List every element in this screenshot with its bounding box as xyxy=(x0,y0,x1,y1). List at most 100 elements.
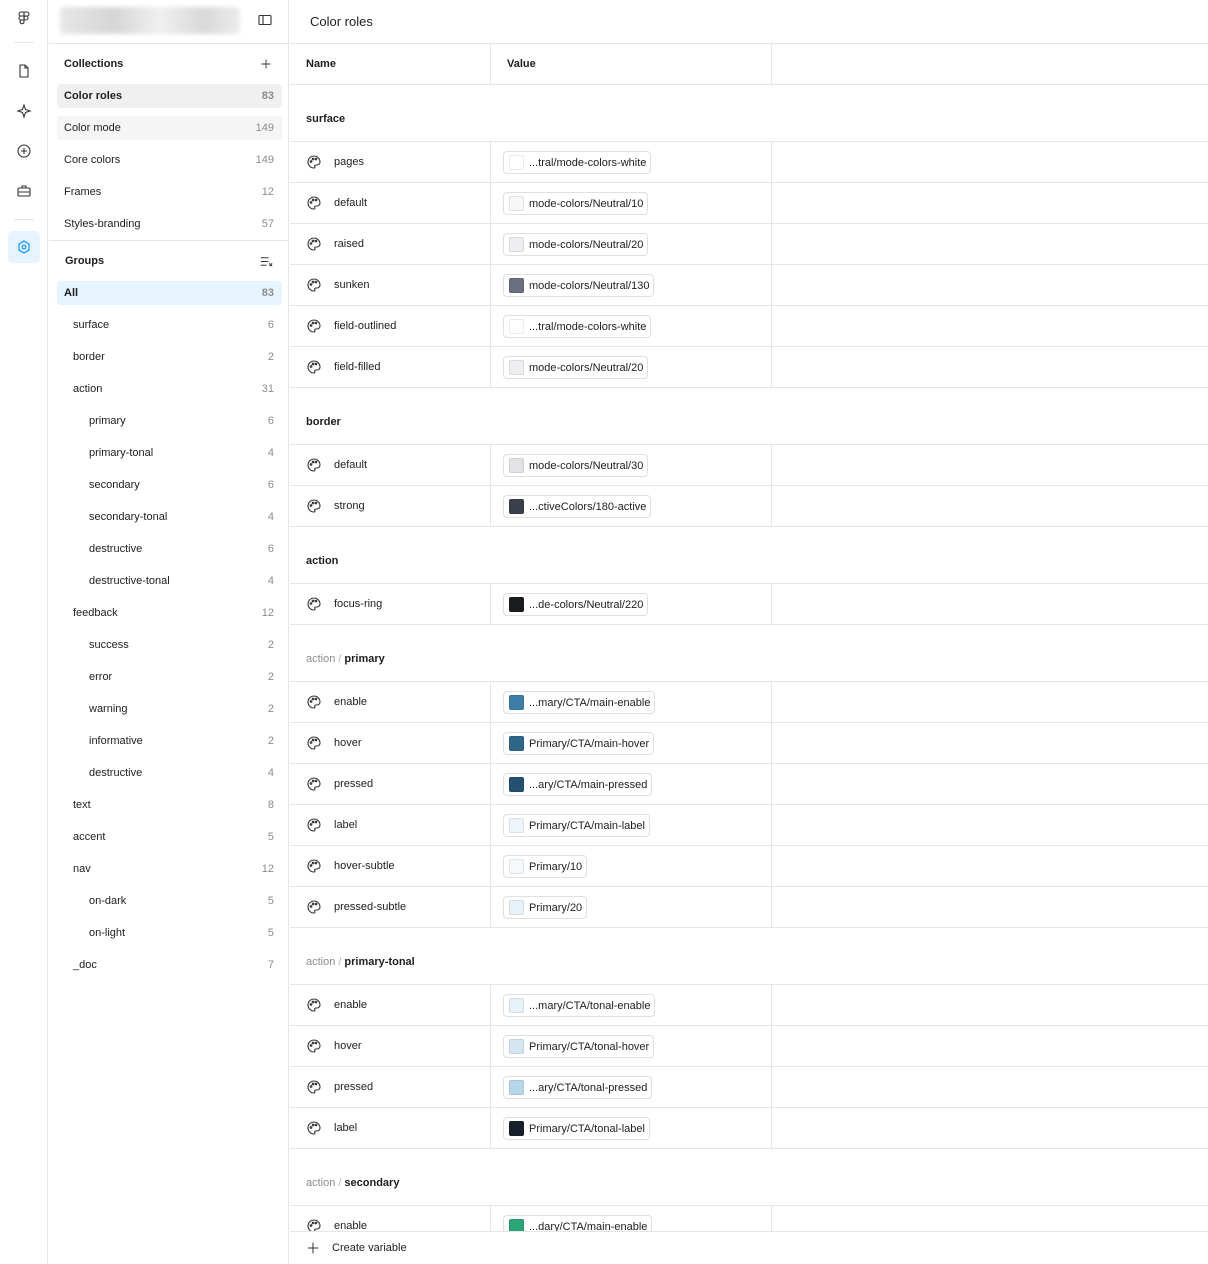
variable-row[interactable]: field-filled mode-colors/Neutral/20 xyxy=(290,347,1208,388)
variable-value-chip[interactable]: ...tral/mode-colors-white xyxy=(503,151,652,174)
variable-name[interactable]: raised xyxy=(334,238,364,250)
group-item[interactable]: success 2 xyxy=(57,633,282,657)
variable-name[interactable]: default xyxy=(334,197,367,209)
group-item[interactable]: feedback 12 xyxy=(57,601,282,625)
collection-item-frames[interactable]: Frames 12 xyxy=(57,180,282,204)
variable-value-chip[interactable]: Primary/10 xyxy=(503,855,588,878)
group-item[interactable]: secondary 6 xyxy=(57,473,282,497)
variable-value-chip[interactable]: ...dary/CTA/main-enable xyxy=(503,1215,653,1231)
variable-name[interactable]: hover-subtle xyxy=(334,860,395,872)
variable-value-chip[interactable]: ...ary/CTA/main-pressed xyxy=(503,773,653,796)
variable-name[interactable]: enable xyxy=(334,1220,367,1231)
group-item[interactable]: destructive-tonal 4 xyxy=(57,569,282,593)
group-item[interactable]: destructive 6 xyxy=(57,537,282,561)
variables-icon[interactable] xyxy=(8,231,40,263)
variable-row[interactable]: label Primary/CTA/tonal-label xyxy=(290,1108,1208,1149)
variable-value-chip[interactable]: mode-colors/Neutral/20 xyxy=(503,356,649,379)
variable-row[interactable]: default mode-colors/Neutral/10 xyxy=(290,183,1208,224)
variable-value-chip[interactable]: ...de-colors/Neutral/220 xyxy=(503,593,649,616)
variable-value-chip[interactable]: ...mary/CTA/tonal-enable xyxy=(503,994,656,1017)
group-item[interactable]: nav 12 xyxy=(57,857,282,881)
group-item[interactable]: border 2 xyxy=(57,345,282,369)
column-header-value[interactable]: Value xyxy=(507,58,536,70)
variable-value-chip[interactable]: ...tral/mode-colors-white xyxy=(503,315,652,338)
variable-value-chip[interactable]: mode-colors/Neutral/130 xyxy=(503,274,655,297)
variable-value-chip[interactable]: mode-colors/Neutral/30 xyxy=(503,454,649,477)
variable-name[interactable]: focus-ring xyxy=(334,598,382,610)
column-header-name[interactable]: Name xyxy=(306,58,336,70)
variable-value-chip[interactable]: Primary/CTA/tonal-label xyxy=(503,1117,650,1140)
variable-row[interactable]: enable ...dary/CTA/main-enable xyxy=(290,1206,1208,1231)
collection-item-core-colors[interactable]: Core colors 149 xyxy=(57,148,282,172)
variable-row[interactable]: enable ...mary/CTA/main-enable xyxy=(290,682,1208,723)
add-circle-icon[interactable] xyxy=(12,139,36,163)
variable-name[interactable]: pages xyxy=(334,156,364,168)
variable-value-chip[interactable]: Primary/CTA/main-hover xyxy=(503,732,655,755)
variable-row[interactable]: field-outlined ...tral/mode-colors-white xyxy=(290,306,1208,347)
group-item[interactable]: All 83 xyxy=(57,281,282,305)
group-item[interactable]: accent 5 xyxy=(57,825,282,849)
variable-row[interactable]: hover-subtle Primary/10 xyxy=(290,846,1208,887)
collection-item-color-roles[interactable]: Color roles 83 xyxy=(57,84,282,108)
variable-row[interactable]: hover Primary/CTA/main-hover xyxy=(290,723,1208,764)
variable-value-chip[interactable]: ...mary/CTA/main-enable xyxy=(503,691,656,714)
figma-logo-icon[interactable] xyxy=(12,6,36,30)
group-item[interactable]: warning 2 xyxy=(57,697,282,721)
variable-value-chip[interactable]: ...ary/CTA/tonal-pressed xyxy=(503,1076,653,1099)
variable-name[interactable]: hover xyxy=(334,1040,362,1052)
group-item[interactable]: surface 6 xyxy=(57,313,282,337)
group-item[interactable]: text 8 xyxy=(57,793,282,817)
group-item[interactable]: on-dark 5 xyxy=(57,889,282,913)
column-divider[interactable] xyxy=(490,44,491,84)
variable-name[interactable]: field-filled xyxy=(334,361,380,373)
variable-row[interactable]: hover Primary/CTA/tonal-hover xyxy=(290,1026,1208,1067)
variable-row[interactable]: strong ...ctiveColors/180-active xyxy=(290,486,1208,527)
variable-name[interactable]: sunken xyxy=(334,279,369,291)
variable-name[interactable]: enable xyxy=(334,999,367,1011)
variable-value-chip[interactable]: ...ctiveColors/180-active xyxy=(503,495,652,518)
variable-value-chip[interactable]: mode-colors/Neutral/10 xyxy=(503,192,649,215)
variable-row[interactable]: pressed ...ary/CTA/tonal-pressed xyxy=(290,1067,1208,1108)
variable-name[interactable]: label xyxy=(334,819,357,831)
variable-name[interactable]: default xyxy=(334,459,367,471)
variable-name[interactable]: pressed xyxy=(334,778,373,790)
group-item[interactable]: primary-tonal 4 xyxy=(57,441,282,465)
group-item[interactable]: action 31 xyxy=(57,377,282,401)
variable-name[interactable]: hover xyxy=(334,737,362,749)
variables-scroll-area[interactable]: surface pages ...tral/mode-colors-white def… xyxy=(290,85,1208,1231)
group-item[interactable]: primary 6 xyxy=(57,409,282,433)
variable-name[interactable]: field-outlined xyxy=(334,320,396,332)
variable-row[interactable]: raised mode-colors/Neutral/20 xyxy=(290,224,1208,265)
variable-value-chip[interactable]: Primary/CTA/tonal-hover xyxy=(503,1035,655,1058)
variable-name[interactable]: pressed xyxy=(334,1081,373,1093)
file-icon[interactable] xyxy=(12,59,36,83)
variable-name[interactable]: pressed-subtle xyxy=(334,901,406,913)
toolbox-icon[interactable] xyxy=(12,179,36,203)
column-divider[interactable] xyxy=(771,44,772,84)
variable-row[interactable]: enable ...mary/CTA/tonal-enable xyxy=(290,985,1208,1026)
file-name[interactable] xyxy=(60,7,240,34)
group-item[interactable]: secondary-tonal 4 xyxy=(57,505,282,529)
variable-row[interactable]: pages ...tral/mode-colors-white xyxy=(290,142,1208,183)
variable-name[interactable]: enable xyxy=(334,696,367,708)
collapse-groups-icon[interactable] xyxy=(258,253,274,269)
group-item[interactable]: destructive 4 xyxy=(57,761,282,785)
collection-item-color-mode[interactable]: Color mode 149 xyxy=(57,116,282,140)
group-item[interactable]: informative 2 xyxy=(57,729,282,753)
variable-value-chip[interactable]: mode-colors/Neutral/20 xyxy=(503,233,649,256)
variable-row[interactable]: pressed ...ary/CTA/main-pressed xyxy=(290,764,1208,805)
group-item[interactable]: error 2 xyxy=(57,665,282,689)
variable-row[interactable]: pressed-subtle Primary/20 xyxy=(290,887,1208,928)
variable-value-chip[interactable]: Primary/CTA/main-label xyxy=(503,814,650,837)
collection-item-styles-branding[interactable]: Styles-branding 57 xyxy=(57,212,282,236)
add-collection-icon[interactable] xyxy=(258,56,274,72)
group-item[interactable]: on-light 5 xyxy=(57,921,282,945)
variable-row[interactable]: focus-ring ...de-colors/Neutral/220 xyxy=(290,584,1208,625)
group-item[interactable]: _doc 7 xyxy=(57,953,282,977)
variable-value-chip[interactable]: Primary/20 xyxy=(503,896,588,919)
variable-row[interactable]: label Primary/CTA/main-label xyxy=(290,805,1208,846)
sidebar-toggle-icon[interactable] xyxy=(257,12,273,28)
assets-icon[interactable] xyxy=(12,99,36,123)
create-variable-button[interactable]: Create variable xyxy=(290,1231,1208,1264)
variable-row[interactable]: sunken mode-colors/Neutral/130 xyxy=(290,265,1208,306)
